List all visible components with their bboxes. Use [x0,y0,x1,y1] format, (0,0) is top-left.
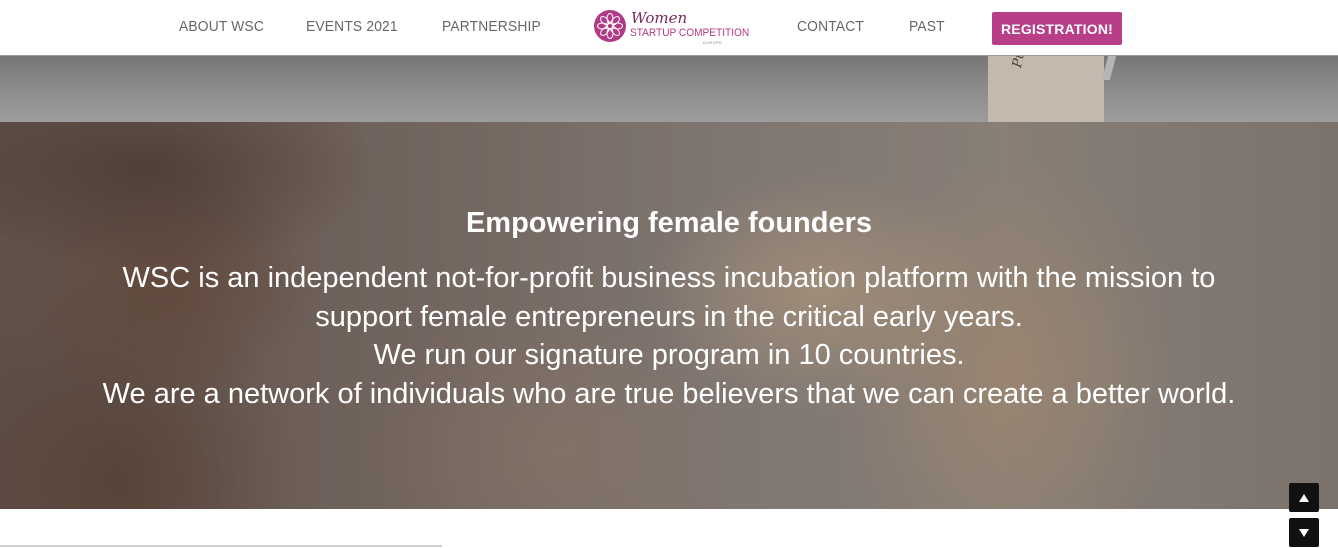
hero-description: WSC is an independent not-for-profit bus… [0,259,1338,413]
page: ABOUT WSC EVENTS 2021 PARTNERSHIP Women [0,0,1338,548]
arrow-down-icon [1299,528,1309,537]
nav-link-past[interactable]: PAST [909,18,945,35]
nav-link-partnership[interactable]: PARTNERSHIP [442,18,541,35]
hero-title: Empowering female founders [465,207,873,239]
nav-link-events-2021[interactable]: EVENTS 2021 [306,18,398,35]
hero-line-2: support female entrepreneurs in the crit… [315,300,1023,333]
hero-section: Empowering female founders WSC is an ind… [0,122,1338,509]
logo-word-startup-competition: STARTUP COMPETITION [630,27,750,39]
registration-button[interactable]: REGISTRATION! [992,12,1122,45]
hero-line-4: We are a network of individuals who are … [102,377,1236,410]
section-divider [0,545,442,547]
photo-label-tag [988,56,1104,122]
site-logo[interactable]: Women STARTUP COMPETITION EUROPE [593,9,749,47]
logo-word-europe: EUROPE [703,40,723,45]
site-header: ABOUT WSC EVENTS 2021 PARTNERSHIP Women [0,0,1338,56]
nav-link-about-wsc[interactable]: ABOUT WSC [179,18,264,35]
hero-line-3: We run our signature program in 10 count… [373,339,965,371]
top-photo-strip: Pumpkin Chutney [0,56,1338,122]
scroll-down-button[interactable] [1289,518,1319,547]
hero-line-1: WSC is an independent not-for-profit bus… [122,262,1216,294]
mandala-icon [594,10,626,42]
arrow-up-icon [1299,493,1309,502]
scroll-up-button[interactable] [1289,483,1319,512]
logo-word-women: Women [631,9,688,27]
nav-link-contact[interactable]: CONTACT [797,18,864,35]
